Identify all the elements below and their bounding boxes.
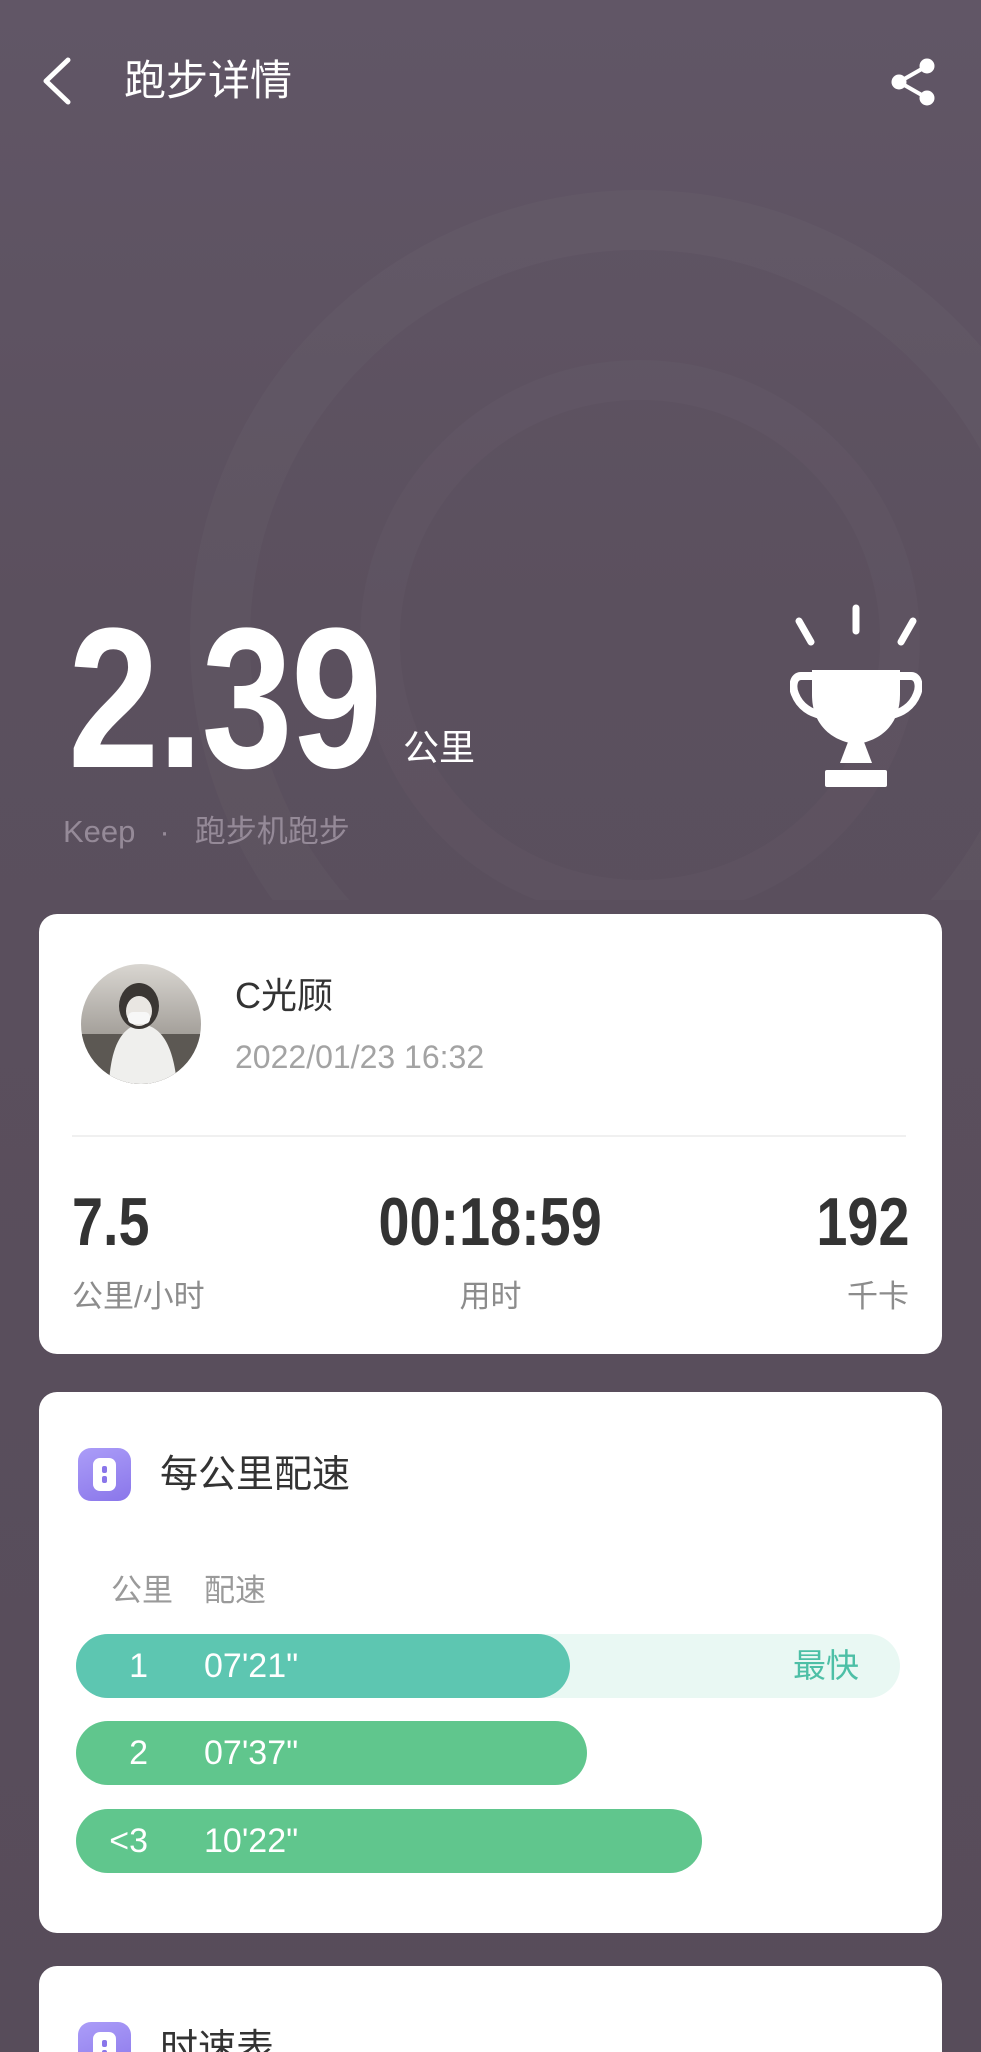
share-icon[interactable] [889, 56, 937, 107]
separator: · [159, 814, 170, 849]
pace-card: 每公里配速 公里 配速 1 07'21" 最快 2 07'37" <3 10'2… [39, 1392, 942, 1933]
stat-calories-value: 192 [815, 1184, 909, 1260]
stat-calories: 192 千卡 [796, 1188, 909, 1315]
fastest-badge: 最快 [793, 1647, 859, 1684]
pace-row: <3 10'22" [76, 1809, 900, 1873]
back-icon[interactable] [40, 56, 74, 106]
pace-row: 1 07'21" 最快 [76, 1634, 900, 1698]
trophy-icon[interactable] [790, 600, 922, 790]
column-header-pace: 配速 [204, 1573, 266, 1608]
column-header-km: 公里 [111, 1573, 173, 1608]
speed-title: 时速表 [160, 2028, 275, 2052]
pace-row: 2 07'37" [76, 1721, 900, 1785]
pace-time: 07'21" [204, 1647, 299, 1685]
pace-km: 1 [129, 1647, 148, 1685]
source-app: Keep [63, 814, 136, 849]
distance-value: 2.39 [68, 587, 382, 810]
activity-source: Keep · 跑步机跑步 [63, 814, 350, 850]
activity-type: 跑步机跑步 [194, 814, 350, 849]
distance-unit: 公里 [403, 727, 476, 768]
pace-km: <3 [109, 1822, 148, 1860]
pace-bar [76, 1634, 571, 1698]
pace-km: 2 [129, 1734, 148, 1772]
pace-icon [78, 1448, 131, 1501]
divider [72, 1135, 906, 1137]
profile-card: C光顾 2022/01/23 16:32 7.5 公里/小时 00:18:59 … [39, 914, 942, 1354]
avatar[interactable] [81, 964, 201, 1084]
pace-title: 每公里配速 [160, 1454, 351, 1496]
speed-card: 时速表 [39, 1966, 942, 2052]
pace-time: 10'22" [204, 1822, 299, 1860]
stat-duration-value: 00:18:59 [378, 1184, 603, 1260]
pace-bar [76, 1809, 703, 1873]
activity-datetime: 2022/01/23 16:32 [235, 1039, 485, 1075]
page-title: 跑步详情 [124, 57, 293, 104]
stat-calories-label: 千卡 [847, 1279, 909, 1314]
user-name: C光顾 [235, 975, 333, 1016]
pace-time: 07'37" [204, 1734, 299, 1772]
pace-bar [76, 1721, 587, 1785]
speedometer-icon [78, 2022, 131, 2052]
